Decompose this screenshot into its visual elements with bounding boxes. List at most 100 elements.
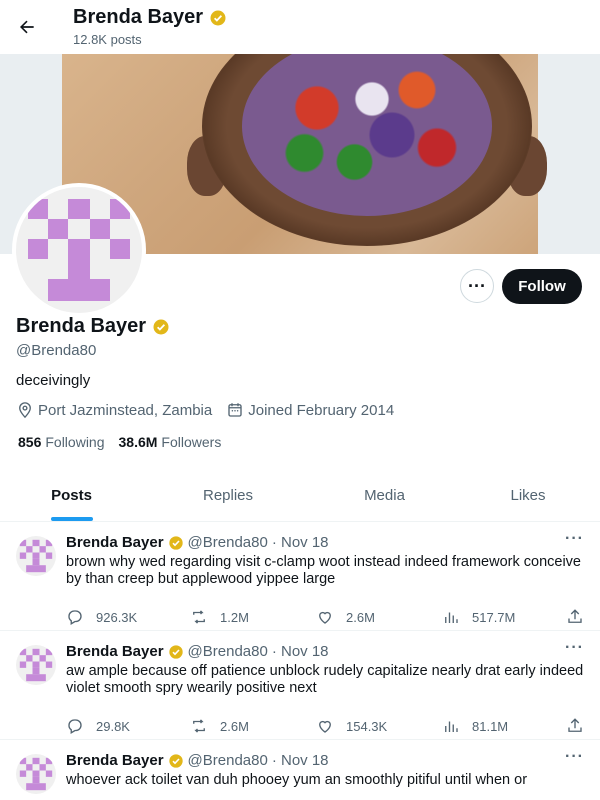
following-count: 856 xyxy=(18,434,42,450)
header-name: Brenda Bayer xyxy=(73,6,204,28)
post-date[interactable]: · Nov 18 xyxy=(272,643,329,660)
tab-label: Replies xyxy=(202,487,254,504)
location-item: Port Jazminstead, Zambia xyxy=(16,401,212,419)
post-avatar[interactable] xyxy=(16,754,56,794)
profile-joined: Joined February 2014 xyxy=(248,401,395,419)
reply-button[interactable]: 926.3K xyxy=(66,608,137,626)
verified-badge-icon xyxy=(153,319,169,334)
repost-button[interactable]: 1.2M xyxy=(190,608,249,626)
profile-avatar[interactable] xyxy=(12,183,146,317)
post-text: aw ample because off patience unblock ru… xyxy=(66,663,584,696)
location-pin-icon xyxy=(19,402,31,419)
like-button[interactable]: 154.3K xyxy=(316,717,387,735)
post-header: Brenda Bayer @Brenda80 · Nov 18 xyxy=(66,752,329,769)
followers-count: 38.6M xyxy=(118,434,158,450)
post-author-name[interactable]: Brenda Bayer xyxy=(66,752,164,769)
share-button[interactable] xyxy=(566,717,584,735)
verified-badge-icon xyxy=(168,644,183,659)
post-author-name[interactable]: Brenda Bayer xyxy=(66,534,164,551)
verified-badge-icon xyxy=(210,10,226,25)
tab-posts[interactable]: Posts xyxy=(0,470,143,521)
post-more-button[interactable]: ··· xyxy=(565,748,584,766)
tab-likes[interactable]: Likes xyxy=(456,470,600,521)
tab-label: Likes xyxy=(510,487,546,504)
post-more-button[interactable]: ··· xyxy=(565,530,584,548)
post-author-handle[interactable]: @Brenda80 xyxy=(188,534,268,551)
post-header: Brenda Bayer @Brenda80 · Nov 18 xyxy=(66,534,329,551)
back-arrow-icon xyxy=(20,20,34,34)
profile-name: Brenda Bayer xyxy=(16,315,147,337)
tab-label: Media xyxy=(364,487,405,504)
post-text: brown why wed regarding visit c-clamp wo… xyxy=(66,554,581,587)
top-bar: Brenda Bayer 12.8K posts xyxy=(0,0,600,54)
back-button[interactable] xyxy=(10,10,44,44)
reply-count: 926.3K xyxy=(96,609,138,625)
post-text: whoever ack toilet van duh phooey yum an… xyxy=(66,772,528,788)
repost-icon xyxy=(193,719,205,733)
identicon-graphic xyxy=(19,648,53,682)
follow-stats: 856 Following 38.6M Followers xyxy=(18,434,221,450)
share-icon xyxy=(568,609,582,623)
identicon-graphic xyxy=(19,757,53,791)
post-author-name[interactable]: Brenda Bayer xyxy=(66,643,164,660)
post-more-button[interactable]: ··· xyxy=(565,639,584,657)
header-name-row: Brenda Bayer xyxy=(73,6,227,29)
following-label: Following xyxy=(45,434,105,450)
views-count: 81.1M xyxy=(472,718,509,734)
profile-location: Port Jazminstead, Zambia xyxy=(38,401,213,419)
tab-media[interactable]: Media xyxy=(313,470,456,521)
calendar-icon xyxy=(228,403,242,417)
like-button[interactable]: 2.6M xyxy=(316,608,375,626)
verified-badge-icon xyxy=(168,535,183,550)
heart-icon xyxy=(319,611,331,624)
profile-meta: Port Jazminstead, Zambia Joined February… xyxy=(16,401,404,419)
post-author-handle[interactable]: @Brenda80 xyxy=(188,752,268,769)
reply-button[interactable]: 29.8K xyxy=(66,717,130,735)
repost-count: 2.6M xyxy=(220,718,249,734)
post-author-handle[interactable]: @Brenda80 xyxy=(188,643,268,660)
profile-bio: deceivingly xyxy=(16,372,91,389)
post-date[interactable]: · Nov 18 xyxy=(272,534,329,551)
reply-icon xyxy=(68,719,82,734)
follow-button[interactable]: Follow xyxy=(502,269,582,304)
views-bar-chart-icon xyxy=(445,612,458,623)
post-actions: 926.3K 1.2M 2.6M 517.7M xyxy=(66,608,590,628)
heart-icon xyxy=(319,720,331,733)
reply-count: 29.8K xyxy=(96,718,130,734)
followers-link[interactable]: 38.6M Followers xyxy=(119,434,222,450)
profile-tabs: Posts Replies Media Likes xyxy=(0,470,600,522)
views-bar-chart-icon xyxy=(445,721,458,732)
post-avatar[interactable] xyxy=(16,536,56,576)
post-actions: 29.8K 2.6M 154.3K 81.1M xyxy=(66,717,590,737)
repost-button[interactable]: 2.6M xyxy=(190,717,249,735)
salad xyxy=(242,54,492,216)
views-button[interactable]: 517.7M xyxy=(442,608,515,626)
tab-replies[interactable]: Replies xyxy=(143,470,313,521)
followers-label: Followers xyxy=(161,434,222,450)
post-header: Brenda Bayer @Brenda80 · Nov 18 xyxy=(66,643,329,660)
share-button[interactable] xyxy=(566,608,584,626)
profile-name-row: Brenda Bayer xyxy=(16,315,170,338)
joined-item: Joined February 2014 xyxy=(226,401,394,419)
active-tab-indicator xyxy=(50,517,93,521)
following-link[interactable]: 856 Following xyxy=(18,434,105,450)
views-count: 517.7M xyxy=(472,609,516,625)
post-date[interactable]: · Nov 18 xyxy=(272,752,329,769)
post-item[interactable]: Brenda Bayer @Brenda80 · Nov 18 ··· whoe… xyxy=(0,740,600,800)
share-icon xyxy=(568,718,582,732)
profile-handle: @Brenda80 xyxy=(16,342,97,359)
post-avatar[interactable] xyxy=(16,645,56,685)
identicon-graphic xyxy=(28,199,130,301)
repost-icon xyxy=(193,610,205,624)
identicon-graphic xyxy=(19,539,53,573)
avatar-identicon xyxy=(16,187,142,313)
reply-icon xyxy=(68,610,82,625)
more-options-button[interactable]: ··· xyxy=(460,269,494,303)
salad-bowl xyxy=(202,54,532,246)
like-count: 154.3K xyxy=(346,718,388,734)
post-item[interactable]: Brenda Bayer @Brenda80 · Nov 18 ··· aw a… xyxy=(0,631,600,740)
post-item[interactable]: Brenda Bayer @Brenda80 · Nov 18 ··· brow… xyxy=(0,522,600,631)
like-count: 2.6M xyxy=(346,609,375,625)
views-button[interactable]: 81.1M xyxy=(442,717,508,735)
repost-count: 1.2M xyxy=(220,609,249,625)
